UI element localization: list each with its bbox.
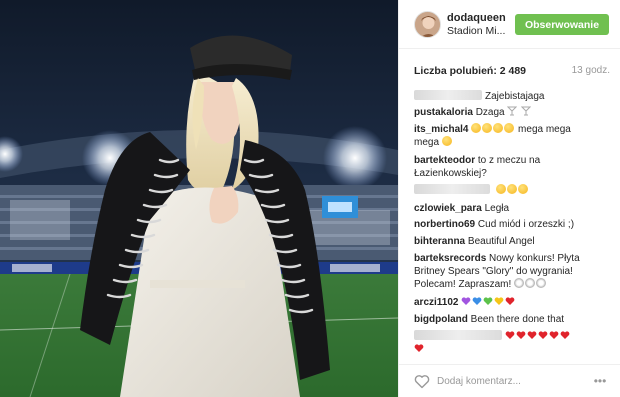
comment-username[interactable]: bartekteodor <box>414 155 475 166</box>
comment-text: mega <box>414 137 440 148</box>
comment: czlowiek_para Legła <box>414 202 612 215</box>
red-heart-icon <box>505 331 515 339</box>
likes-row: Liczba polubień: 2 489 13 godz. <box>414 65 610 79</box>
post-header: dodaqueen Stadion Mi... Obserwowanie <box>399 0 620 49</box>
red-heart-icon <box>505 297 515 305</box>
comment-username[interactable]: bihteranna <box>414 236 465 247</box>
avatar[interactable] <box>414 11 441 38</box>
post-sidebar: dodaqueen Stadion Mi... Obserwowanie Lic… <box>398 0 620 397</box>
avatar-image <box>415 12 440 37</box>
soccer-ball-icon <box>514 278 525 288</box>
comment-text: Been there done that <box>470 314 565 325</box>
red-heart-icon <box>549 331 559 339</box>
blurred-username <box>414 90 482 100</box>
comment: bihteranna Beautiful Angel <box>414 235 612 248</box>
post-location[interactable]: Stadion Mi... <box>447 25 505 37</box>
comment-text: Britney Spears "Glory" do wygrania! <box>414 266 573 277</box>
comment: norbertino69 Cud miód i orzeszki ;) <box>414 218 612 231</box>
comment-continuation: Łazienkowskiej? <box>414 167 612 180</box>
more-options-icon[interactable]: ••• <box>591 373 609 389</box>
comment-text: Dzaga <box>475 107 505 118</box>
comment: bartekteodor to z meczu na <box>414 154 612 167</box>
blurred-username <box>414 330 502 340</box>
soccer-ball-icon <box>536 278 547 288</box>
purple-heart-icon <box>461 297 471 305</box>
comment: bigdpoland Been there done that <box>414 313 612 326</box>
cocktail-glass-icon <box>521 106 532 116</box>
heart-eyes-emoji-icon <box>495 184 506 194</box>
comment-continuation: mega <box>414 136 612 149</box>
comment: barteksrecords Nowy konkurs! Płyta <box>414 252 612 265</box>
comment-text: Beautiful Angel <box>467 236 535 247</box>
yellow-heart-icon <box>494 297 504 305</box>
blurred-username <box>414 184 490 194</box>
post-photo[interactable] <box>0 0 398 397</box>
comment-continuation <box>414 343 612 356</box>
heart-eyes-emoji-icon <box>471 123 482 133</box>
post-username[interactable]: dodaqueen <box>447 12 506 24</box>
soccer-ball-icon <box>525 278 536 288</box>
red-heart-icon <box>538 331 548 339</box>
comment-text: Cud miód i orzeszki ;) <box>477 219 575 230</box>
grinning-emoji-icon <box>441 136 452 146</box>
comment-continuation: Polecam! Zapraszam! <box>414 278 612 291</box>
red-heart-icon <box>527 331 537 339</box>
comment-input[interactable] <box>437 373 577 390</box>
red-heart-icon <box>560 331 570 339</box>
comment-username[interactable]: arczi1102 <box>414 297 459 308</box>
comment-username[interactable]: its_michal4 <box>414 124 468 135</box>
post-time: 13 godz. <box>571 65 610 76</box>
comment: its_michal4 mega mega <box>414 123 612 136</box>
instagram-post-modal: dodaqueen Stadion Mi... Obserwowanie Lic… <box>0 0 620 397</box>
comment-bar: ••• <box>399 364 620 397</box>
comment-text: Polecam! Zapraszam! <box>414 279 512 290</box>
stadium-photo-illustration <box>0 0 398 397</box>
comment-text: to z meczu na <box>477 155 541 166</box>
cocktail-glass-icon <box>507 106 518 116</box>
comment <box>414 330 612 343</box>
red-heart-icon <box>414 344 424 352</box>
comment-text: Legła <box>484 203 510 214</box>
comment-username[interactable]: norbertino69 <box>414 219 475 230</box>
heart-eyes-emoji-icon <box>504 123 515 133</box>
comment <box>414 184 612 197</box>
blue-heart-icon <box>472 297 482 305</box>
comment-text: mega mega <box>518 124 571 135</box>
comment-username[interactable]: bigdpoland <box>414 314 468 325</box>
comment-username[interactable]: pustakaloria <box>414 107 473 118</box>
heart-eyes-emoji-icon <box>482 123 493 133</box>
heart-eyes-emoji-icon <box>506 184 517 194</box>
comment: arczi1102 <box>414 296 612 309</box>
comment-text: Nowy konkurs! Płyta <box>489 253 580 264</box>
red-heart-icon <box>516 331 526 339</box>
green-heart-icon <box>483 297 493 305</box>
follow-button[interactable]: Obserwowanie <box>515 14 609 35</box>
heart-outline-icon[interactable] <box>414 374 430 389</box>
comment-continuation: Britney Spears "Glory" do wygrania! <box>414 265 612 278</box>
heart-eyes-emoji-icon <box>493 123 504 133</box>
heart-eyes-emoji-icon <box>517 184 528 194</box>
comment-username[interactable]: czlowiek_para <box>414 203 482 214</box>
comment-username[interactable]: barteksrecords <box>414 253 486 264</box>
comment-text: Zajebistajaga <box>485 91 545 102</box>
comment: pustakaloria Dzaga <box>414 106 612 119</box>
comment: Zajebistajaga <box>414 90 612 103</box>
comment-text: Łazienkowskiej? <box>414 168 487 179</box>
likes-count[interactable]: Liczba polubień: 2 489 <box>414 65 526 77</box>
